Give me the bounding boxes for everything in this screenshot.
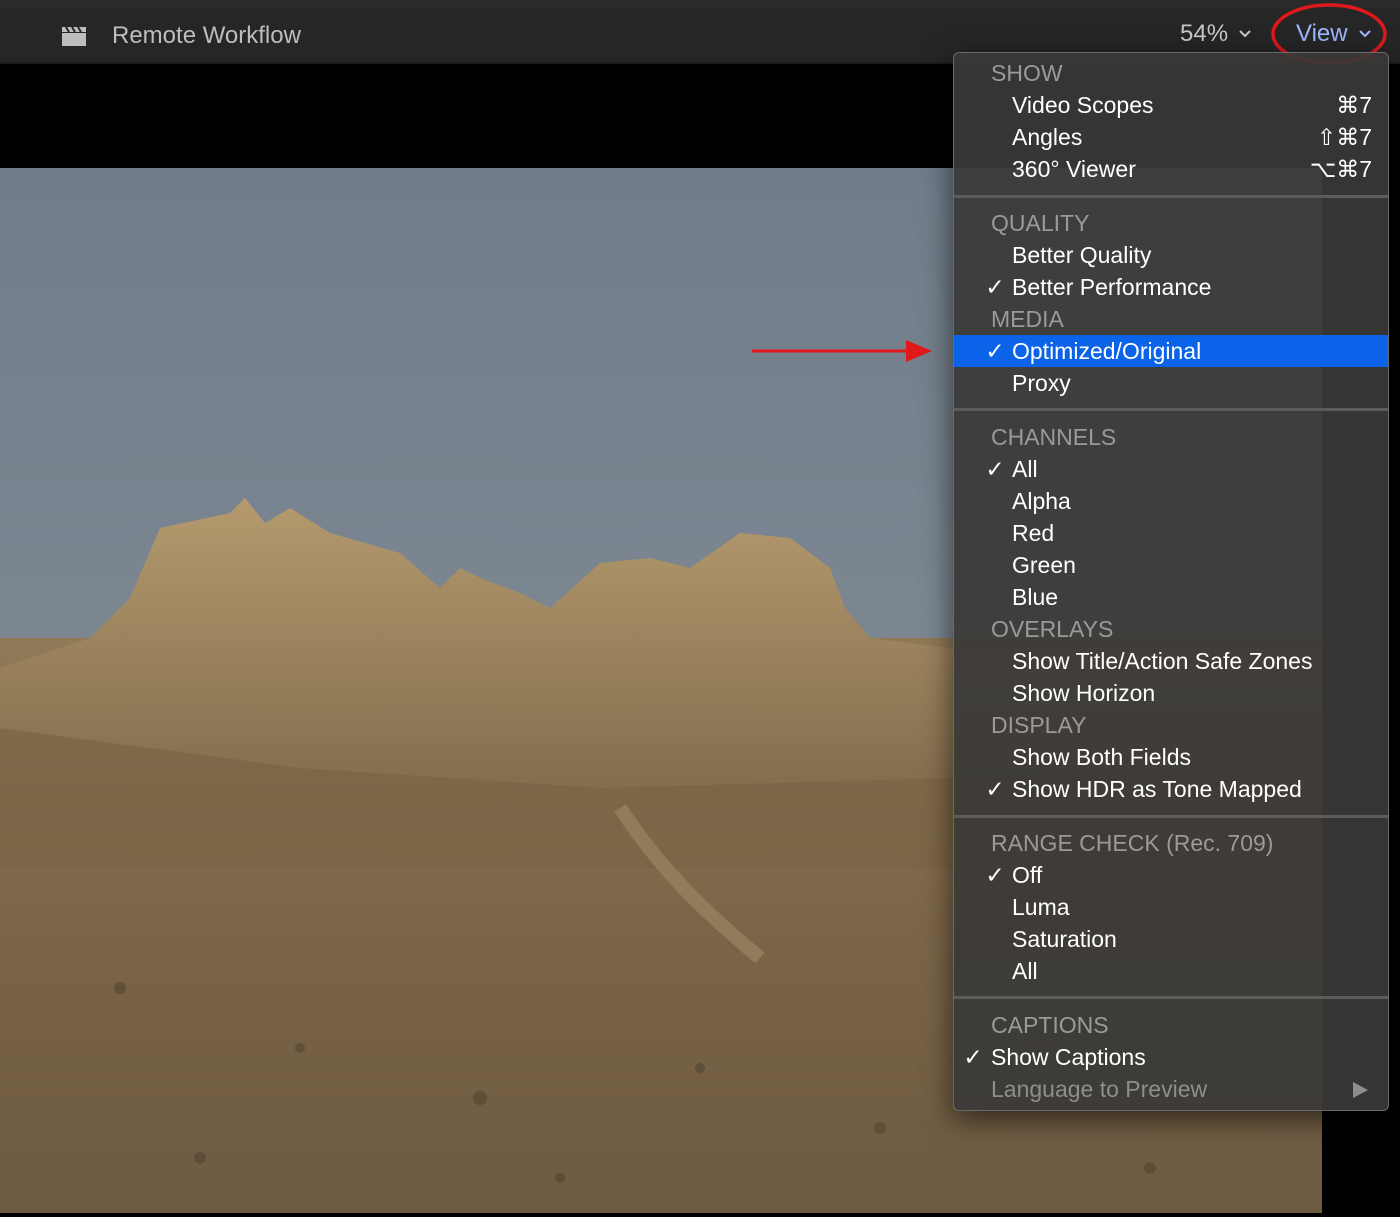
shortcut-label: ⌘7 [1336,92,1372,118]
menu-item-range-all[interactable]: All [954,955,1388,987]
menu-item-video-scopes[interactable]: Video Scopes ⌘7 [954,89,1388,121]
menu-item-better-performance[interactable]: ✓ Better Performance [954,271,1388,303]
menu-item-channel-all[interactable]: ✓ All [954,453,1388,485]
menu-item-hdr-tone-mapped[interactable]: ✓ Show HDR as Tone Mapped [954,773,1388,805]
checkmark-icon: ✓ [985,862,1005,888]
menu-header-show: SHOW [991,60,1063,86]
menu-item-show-captions[interactable]: ✓ Show Captions [954,1041,1388,1073]
checkmark-icon: ✓ [985,776,1005,802]
menu-item-360-viewer[interactable]: 360° Viewer ⌥⌘7 [954,153,1388,185]
checkmark-icon: ✓ [985,338,1005,364]
checkmark-icon: ✓ [963,1044,983,1070]
menu-header-overlays: OVERLAYS [991,616,1114,642]
clapperboard-icon [62,26,86,46]
annotation-arrow [752,340,932,362]
menu-separator [954,815,1388,818]
menu-item-show-horizon[interactable]: Show Horizon [954,677,1388,709]
zoom-level: 54% [1180,20,1229,47]
checkmark-icon: ✓ [985,274,1005,300]
menu-item-proxy[interactable]: Proxy [954,367,1388,399]
chevron-down-icon [1239,30,1251,38]
menu-item-language-to-preview[interactable]: Language to Preview [954,1073,1388,1105]
menu-item-angles[interactable]: Angles ⇧⌘7 [954,121,1388,153]
menu-header-display: DISPLAY [991,712,1087,738]
menu-item-channel-blue[interactable]: Blue [954,581,1388,613]
menu-header-channels: CHANNELS [991,424,1117,450]
checkmark-icon: ✓ [985,456,1005,482]
menu-item-range-luma[interactable]: Luma [954,891,1388,923]
shortcut-label: ⇧⌘7 [1316,124,1372,150]
menu-item-show-both-fields[interactable]: Show Both Fields [954,741,1388,773]
menu-header-range-check: RANGE CHECK (Rec. 709) [991,830,1274,856]
menu-separator [954,195,1388,198]
menu-item-better-quality[interactable]: Better Quality [954,239,1388,271]
zoom-popup[interactable]: 54% [1180,20,1252,48]
shortcut-label: ⌥⌘7 [1309,156,1372,182]
view-dropdown-menu: SHOW Video Scopes ⌘7 Angles ⇧⌘7 360° Vie… [953,52,1389,1111]
menu-separator [954,996,1388,999]
window-top-strip [0,0,1400,8]
menu-item-range-saturation[interactable]: Saturation [954,923,1388,955]
menu-item-optimized-original[interactable]: ✓ Optimized/Original [954,335,1388,367]
menu-header-quality: QUALITY [991,210,1090,236]
project-title: Remote Workflow [112,22,301,49]
menu-header-captions: CAPTIONS [991,1012,1109,1038]
menu-item-range-off[interactable]: ✓ Off [954,859,1388,891]
menu-item-safe-zones[interactable]: Show Title/Action Safe Zones [954,645,1388,677]
submenu-arrow-icon [1353,1082,1368,1098]
menu-item-channel-red[interactable]: Red [954,517,1388,549]
menu-separator [954,408,1388,411]
menu-header-media: MEDIA [991,306,1064,332]
menu-item-channel-green[interactable]: Green [954,549,1388,581]
menu-item-channel-alpha[interactable]: Alpha [954,485,1388,517]
